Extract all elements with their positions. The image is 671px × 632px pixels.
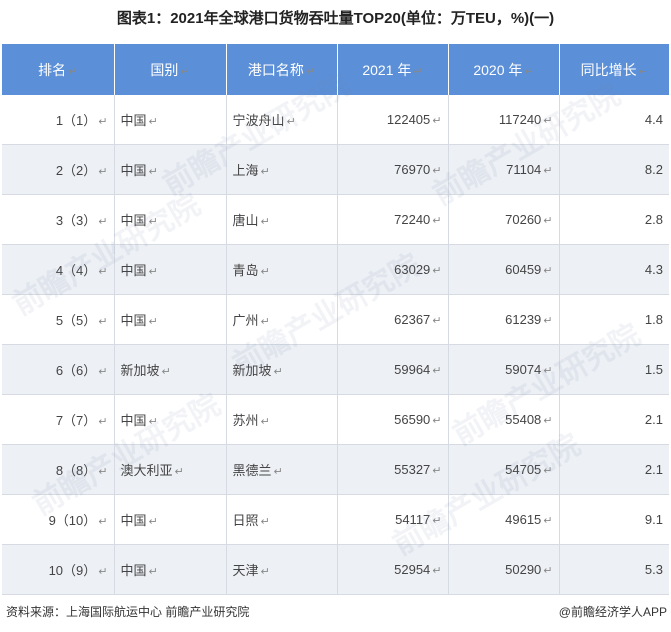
table-row: 7（7） ↵ 中国 ↵ 苏州 ↵ 56590 ↵ 55408 ↵ 2.1	[2, 394, 669, 445]
cell-country: 中国 ↵	[113, 544, 226, 595]
table-row: 6（6） ↵ 新加坡 ↵ 新加坡 ↵ 59964 ↵ 59074 ↵ 1.5	[2, 344, 669, 395]
cell-yoy-growth: 1.8	[558, 294, 669, 345]
cell-2021: 62367 ↵	[336, 294, 448, 345]
table-row: 4（4） ↵ 中国 ↵ 青岛 ↵ 63029 ↵ 60459 ↵ 4.3	[2, 244, 669, 295]
cell-2020: 60459 ↵	[447, 244, 559, 295]
cell-rank: 6（6） ↵	[2, 344, 114, 395]
cell-2020: 49615 ↵	[447, 494, 559, 545]
cell-port-name: 青岛 ↵	[225, 244, 337, 295]
cell-rank: 2（2） ↵	[2, 144, 114, 195]
footer: 资料来源：上海国际航运中心 前瞻产业研究院 @前瞻经济学人APP	[0, 601, 671, 623]
header-port-name: 港口名称 ↵	[225, 44, 337, 95]
source-note: 资料来源：上海国际航运中心 前瞻产业研究院	[6, 605, 250, 619]
cell-yoy-growth: 1.5	[558, 344, 669, 395]
table-row: 5（5） ↵ 中国 ↵ 广州 ↵ 62367 ↵ 61239 ↵ 1.8	[2, 294, 669, 345]
cell-2021: 56590 ↵	[336, 394, 448, 445]
cell-port-name: 广州 ↵	[225, 294, 337, 345]
table-row: 10（9） ↵ 中国 ↵ 天津 ↵ 52954 ↵ 50290 ↵ 5.3	[2, 544, 669, 595]
header-rank: 排名 ↵	[2, 44, 114, 95]
cell-2021: 63029 ↵	[336, 244, 448, 295]
cell-2020: 59074 ↵	[447, 344, 559, 395]
cell-2020: 50290 ↵	[447, 544, 559, 595]
cell-country: 中国 ↵	[113, 494, 226, 545]
cell-2020: 54705 ↵	[447, 444, 559, 495]
cell-2021: 52954 ↵	[336, 544, 448, 595]
cell-rank: 7（7） ↵	[2, 394, 114, 445]
table-row: 8（8） ↵ 澳大利亚 ↵ 黑德兰 ↵ 55327 ↵ 54705 ↵ 2.1	[2, 444, 669, 495]
cell-rank: 9（10） ↵	[2, 494, 114, 545]
brand-credit: @前瞻经济学人APP	[558, 605, 667, 619]
table-row: 3（3） ↵ 中国 ↵ 唐山 ↵ 72240 ↵ 70260 ↵ 2.8	[2, 194, 669, 245]
cell-rank: 3（3） ↵	[2, 194, 114, 245]
cell-yoy-growth: 9.1	[558, 494, 669, 545]
cell-rank: 8（8） ↵	[2, 444, 114, 495]
cell-country: 中国 ↵	[113, 294, 226, 345]
cell-country: 新加坡 ↵	[113, 344, 226, 395]
cell-2021: 55327 ↵	[336, 444, 448, 495]
cell-2020: 70260 ↵	[447, 194, 559, 245]
cell-country: 中国 ↵	[113, 194, 226, 245]
cell-2020: 55408 ↵	[447, 394, 559, 445]
cell-yoy-growth: 2.1	[558, 444, 669, 495]
cell-rank: 10（9） ↵	[2, 544, 114, 595]
cell-country: 澳大利亚 ↵	[113, 444, 226, 495]
cell-2021: 76970 ↵	[336, 144, 448, 195]
chart-title: 图表1：2021年全球港口货物吞吐量TOP20(单位：万TEU，%)(一)	[116, 10, 555, 27]
cell-port-name: 唐山 ↵	[225, 194, 337, 245]
cell-country: 中国 ↵	[113, 244, 226, 295]
cell-port-name: 宁波舟山 ↵	[225, 95, 337, 145]
cell-yoy-growth: 2.1	[558, 394, 669, 445]
cell-yoy-growth: 4.4	[558, 95, 669, 145]
header-2020: 2020 年 ↵	[447, 44, 559, 95]
cell-yoy-growth: 4.3	[558, 244, 669, 295]
table-header-row: 排名 ↵ 国别 ↵ 港口名称 ↵ 2021 年 ↵ 2020 年 ↵ 同比增长 ↵	[2, 44, 669, 95]
cell-port-name: 新加坡 ↵	[225, 344, 337, 395]
cell-rank: 4（4） ↵	[2, 244, 114, 295]
header-yoy-growth: 同比增长 ↵	[558, 44, 669, 95]
cell-country: 中国 ↵	[113, 394, 226, 445]
cell-country: 中国 ↵	[113, 144, 226, 195]
cell-yoy-growth: 2.8	[558, 194, 669, 245]
header-2021: 2021 年 ↵	[336, 44, 448, 95]
cell-2020: 117240 ↵	[447, 95, 559, 145]
cell-2021: 72240 ↵	[336, 194, 448, 245]
table-row: 9（10） ↵ 中国 ↵ 日照 ↵ 54117 ↵ 49615 ↵ 9.1	[2, 494, 669, 545]
cell-2021: 54117 ↵	[336, 494, 448, 545]
table-row: 2（2） ↵ 中国 ↵ 上海 ↵ 76970 ↵ 71104 ↵ 8.2	[2, 144, 669, 195]
cell-yoy-growth: 5.3	[558, 544, 669, 595]
cell-2020: 61239 ↵	[447, 294, 559, 345]
cell-yoy-growth: 8.2	[558, 144, 669, 195]
cell-port-name: 天津 ↵	[225, 544, 337, 595]
cell-port-name: 黑德兰 ↵	[225, 444, 337, 495]
header-country: 国别 ↵	[113, 44, 226, 95]
port-throughput-table: 排名 ↵ 国别 ↵ 港口名称 ↵ 2021 年 ↵ 2020 年 ↵ 同比增长 ↵ 1（1）…	[2, 44, 669, 595]
cell-2021: 59964 ↵	[336, 344, 448, 395]
cell-country: 中国 ↵	[113, 95, 226, 145]
cell-port-name: 苏州 ↵	[225, 394, 337, 445]
table-row: 1（1） ↵ 中国 ↵ 宁波舟山 ↵ 122405 ↵ 117240 ↵ 4.4	[2, 95, 669, 145]
cell-2020: 71104 ↵	[447, 144, 559, 195]
cell-rank: 1（1） ↵	[2, 95, 114, 145]
cell-port-name: 上海 ↵	[225, 144, 337, 195]
cell-port-name: 日照 ↵	[225, 494, 337, 545]
cell-rank: 5（5） ↵	[2, 294, 114, 345]
cell-2021: 122405 ↵	[336, 95, 448, 145]
